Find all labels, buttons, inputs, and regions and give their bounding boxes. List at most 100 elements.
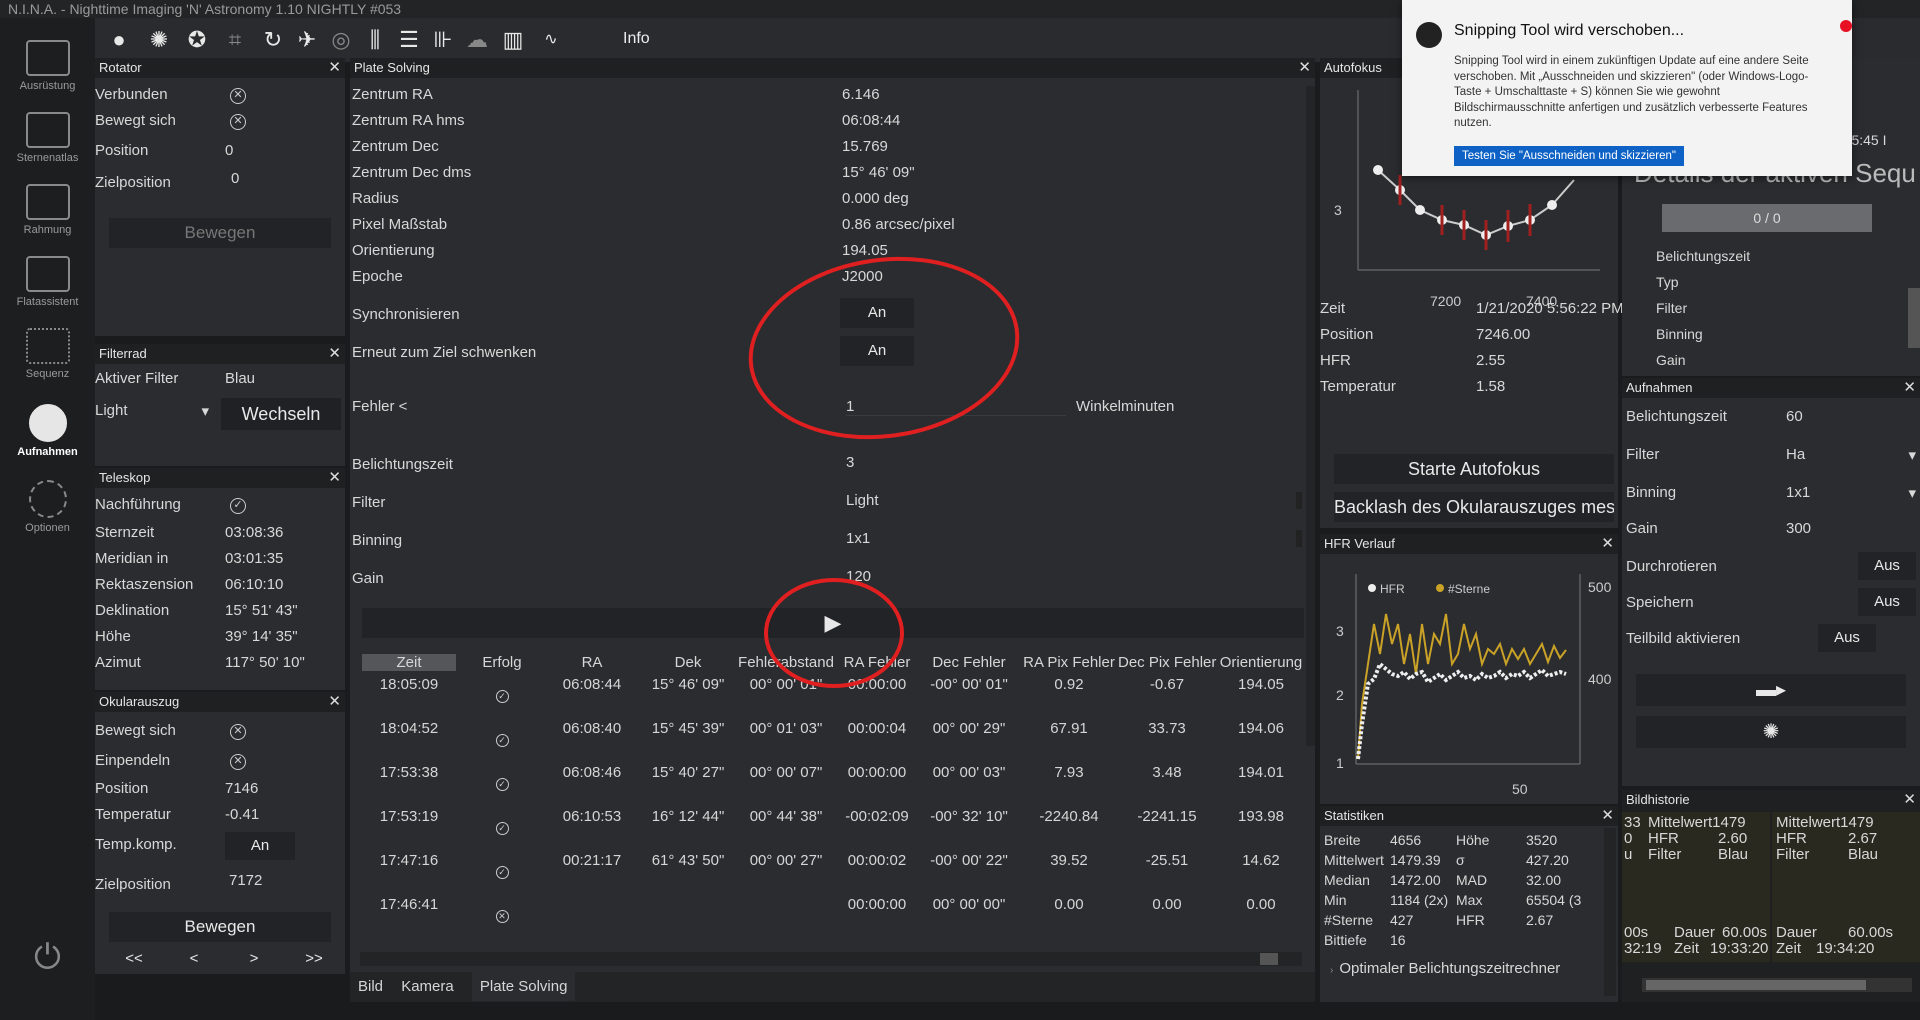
start-autofocus-button[interactable]: Starte Autofokus — [1334, 454, 1614, 484]
subframe-toggle[interactable]: Aus — [1818, 624, 1876, 652]
cell-decerr: 00° 00' 00" — [932, 896, 1006, 913]
close-icon[interactable]: ✕ — [1601, 806, 1614, 826]
column-header[interactable]: Erfolg — [460, 654, 544, 671]
close-icon[interactable]: ✕ — [1903, 790, 1916, 810]
rotator-icon[interactable]: ↻ — [261, 28, 285, 52]
column-header[interactable]: RA — [544, 654, 640, 671]
telescope-panel: Teleskop ✕ Nachführung ✓ Sternzeit 03:08:… — [95, 468, 345, 690]
move-in-large-button[interactable]: << — [109, 948, 159, 970]
hfr-graph-icon[interactable]: ∿ — [539, 28, 563, 52]
weather-cloud-icon[interactable]: ☁ — [465, 28, 489, 52]
rotator-move-button[interactable]: Bewegen — [109, 218, 331, 248]
power-button[interactable]: ⏻ — [0, 938, 95, 977]
sidebar-item-options[interactable]: Optionen — [0, 480, 95, 534]
sequence-row-label: Belichtungszeit — [1656, 248, 1751, 264]
horizontal-scrollbar[interactable] — [1642, 978, 1912, 992]
ps-info-value: 0.86 arcsec/pixel — [842, 216, 955, 233]
focuser-panel: Okularauszug ✕ Bewegt sich ✕ Einpendeln ✕… — [95, 692, 345, 974]
af-label: HFR — [1320, 352, 1351, 369]
capture-button[interactable]: ▬▸ — [1636, 674, 1906, 706]
scrollbar[interactable] — [1306, 86, 1315, 746]
column-header[interactable]: Dec Fehler — [918, 654, 1020, 671]
exposure-input[interactable]: 60 — [1786, 408, 1803, 425]
ps-info-label: Epoche — [352, 268, 403, 285]
column-header[interactable]: Zeit — [362, 654, 456, 671]
close-icon[interactable]: ✕ — [328, 344, 341, 364]
sidebar-item-flatwizard[interactable]: Flatassistent — [0, 256, 95, 308]
sidebar-item-equipment[interactable]: Ausrüstung — [0, 40, 95, 92]
column-header[interactable]: Orientierung — [1216, 654, 1306, 671]
binning-select[interactable]: 1x1 ▾ — [1786, 484, 1916, 502]
camera-icon[interactable]: ● — [107, 28, 131, 52]
tab-platesolving[interactable]: Plate Solving — [471, 972, 576, 1001]
close-icon[interactable]: ✕ — [1298, 58, 1311, 78]
cell-orient: 0.00 — [1246, 896, 1276, 913]
live-view-button[interactable]: ✺ — [1636, 716, 1906, 748]
exposure-calculator-expander[interactable]: › Optimaler Belichtungszeitrechner — [1330, 960, 1560, 977]
target-position-input[interactable]: 0 — [231, 170, 239, 187]
scrollbar[interactable] — [1604, 828, 1616, 996]
aperture-icon[interactable]: ✺ — [147, 28, 171, 52]
tab-camera[interactable]: Kamera — [401, 978, 454, 995]
temperature-value: -0.41 — [225, 806, 260, 823]
telescope-icon[interactable]: ✈ — [295, 28, 319, 52]
sequence-list-icon[interactable]: ☰ — [397, 28, 421, 52]
close-icon[interactable]: ✕ — [328, 58, 341, 78]
scrollbar[interactable] — [1908, 288, 1920, 348]
horizontal-scrollbar[interactable] — [360, 952, 1302, 966]
close-icon[interactable]: ✕ — [1903, 378, 1916, 398]
save-toggle[interactable]: Aus — [1858, 588, 1916, 616]
sidebar-item-skyatlas[interactable]: Sternenatlas — [0, 112, 95, 164]
move-out-small-button[interactable]: > — [229, 948, 279, 970]
cell-success: ✓ — [460, 862, 544, 879]
filter-select[interactable]: Light ▾ — [95, 402, 215, 428]
cell-rapix: -2240.84 — [1039, 808, 1099, 825]
sidebar-item-imaging[interactable]: Aufnahmen — [0, 404, 95, 458]
hfr-history-panel: HFR Verlauf ✕ HFR #Sterne 3 2 1 500 400 5… — [1320, 534, 1618, 804]
guider-icon[interactable]: ◎ — [329, 28, 353, 52]
telescope-value: 117° 50' 10" — [225, 654, 305, 671]
close-icon[interactable]: ✕ — [328, 468, 341, 488]
close-icon[interactable]: ✕ — [328, 692, 341, 712]
error-unit: Winkelminuten — [1076, 398, 1175, 415]
filter-label: Filter — [352, 494, 386, 511]
sidebar-item-framing[interactable]: Rahmung — [0, 184, 95, 236]
info-button[interactable]: Info — [623, 30, 650, 48]
cell-decpix: 3.48 — [1152, 764, 1182, 781]
bar-chart-icon[interactable]: ▥ — [501, 28, 525, 52]
tab-image[interactable]: Bild — [358, 978, 383, 995]
change-filter-button[interactable]: Wechseln — [221, 398, 341, 430]
tempcomp-toggle[interactable]: An — [225, 832, 295, 860]
focus-frame-icon[interactable]: ⌗ — [223, 28, 247, 52]
cell-decerr: -00° 00' 22" — [930, 852, 1008, 869]
history-mean: Mittelwert1479 — [1648, 814, 1746, 831]
column-header[interactable]: Dek — [640, 654, 736, 671]
cell-success: ✕ — [460, 906, 544, 923]
switch-icon[interactable]: ⊪ — [431, 28, 455, 52]
gain-input[interactable]: 300 — [1786, 520, 1811, 537]
column-header[interactable]: Dec Pix Fehler — [1118, 654, 1216, 671]
filterwheel-icon[interactable]: ✪ — [185, 28, 209, 52]
column-header[interactable]: RA Pix Fehler — [1020, 654, 1118, 671]
filter-select[interactable]: Light — [846, 492, 1302, 509]
move-out-large-button[interactable]: >> — [289, 948, 339, 970]
sliders-icon[interactable]: ⫼ — [363, 28, 387, 52]
filter-select[interactable]: Ha ▾ — [1786, 446, 1916, 464]
target-position-input[interactable]: 7172 — [229, 872, 262, 889]
stat-cell: 427 — [1390, 912, 1414, 928]
focuser-move-button[interactable]: Bewegen — [109, 912, 331, 942]
move-in-small-button[interactable]: < — [169, 948, 219, 970]
backlash-measure-button[interactable]: Backlash des Okularauszuges messen — [1334, 492, 1614, 522]
stat-cell: 3520 — [1526, 832, 1558, 848]
exposure-input[interactable]: 3 — [846, 454, 854, 471]
try-snip-sketch-button[interactable]: Testen Sie "Ausschneiden und skizzieren" — [1454, 146, 1685, 166]
close-icon[interactable]: ✕ — [1601, 534, 1614, 554]
cell-raerr: -00:02:09 — [845, 808, 909, 825]
sidebar-item-sequence[interactable]: Sequenz — [0, 328, 95, 380]
stat-cell: 32.00 — [1526, 872, 1562, 888]
dither-toggle[interactable]: Aus — [1858, 552, 1916, 580]
binning-select[interactable]: 1x1 — [846, 530, 1302, 547]
history-item[interactable]: Mittelwert1479 HFR 2.67 Filter Blau Daue… — [1772, 812, 1920, 962]
cell-orient: 193.98 — [1238, 808, 1284, 825]
history-item[interactable]: 33 0 u Mittelwert1479 HFR 2.60 Filter Bl… — [1622, 812, 1770, 962]
